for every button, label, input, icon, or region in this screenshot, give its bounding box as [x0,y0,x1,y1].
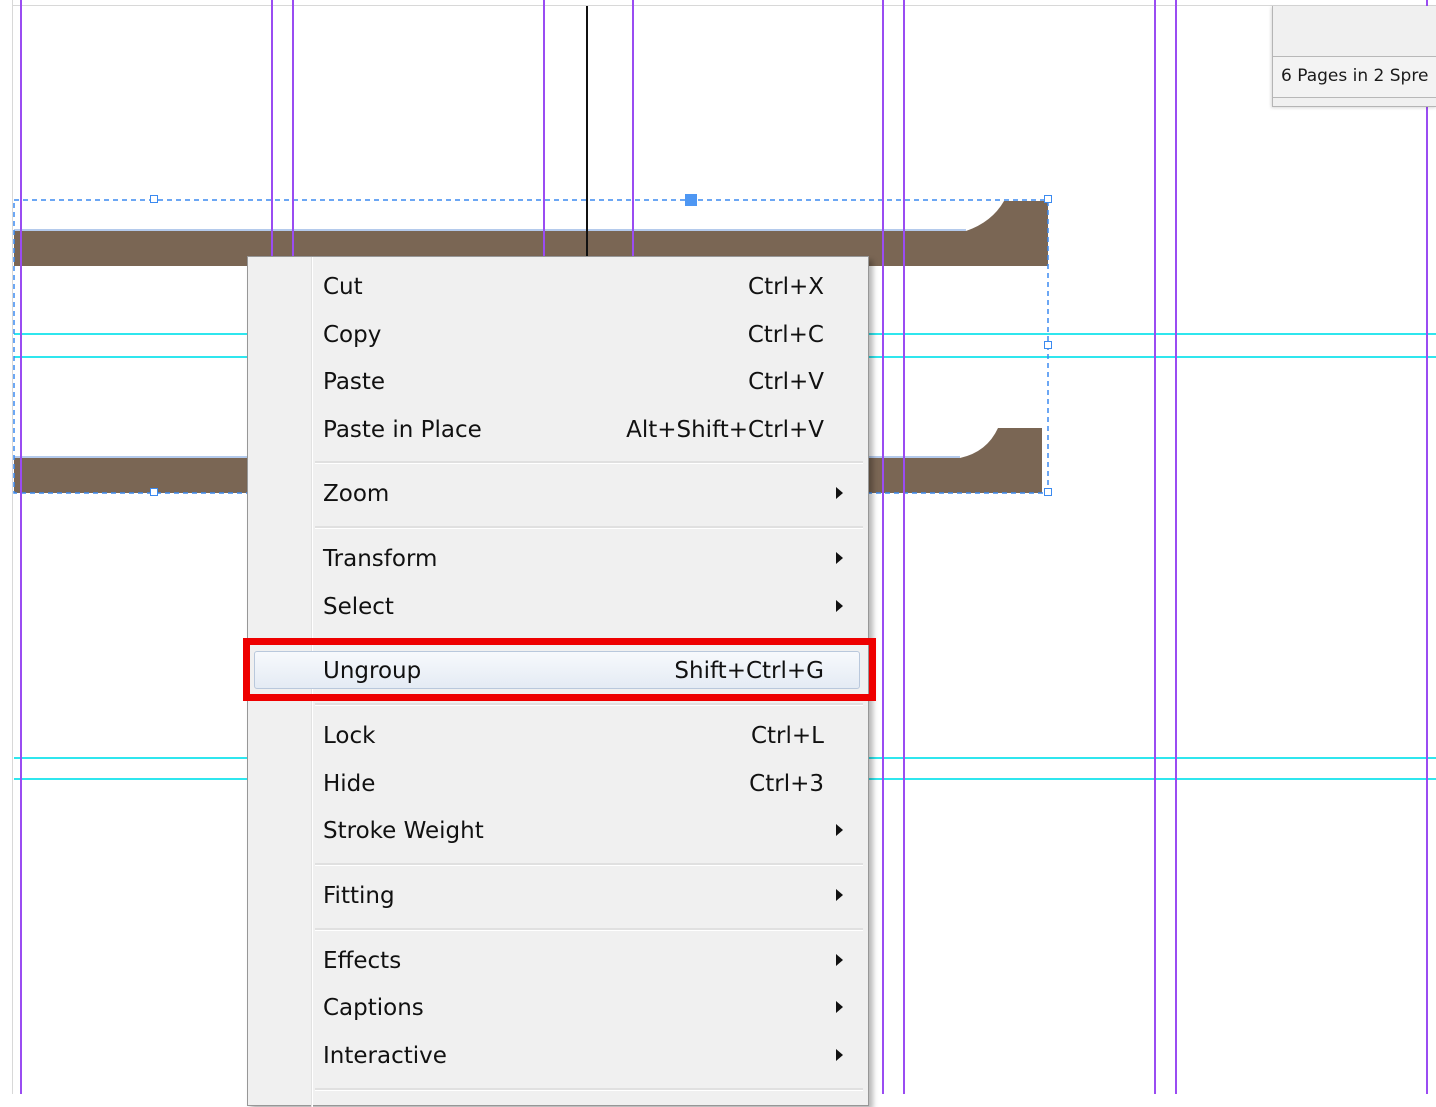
submenu-arrow-icon [836,954,843,966]
menu-item-lock[interactable]: Lock Ctrl+L [248,713,868,757]
selection-handle[interactable] [150,488,158,496]
column-guide[interactable] [1175,0,1177,1094]
menu-separator [315,1088,863,1091]
submenu-arrow-icon [836,552,843,564]
margin-guide[interactable] [1426,0,1428,1094]
menu-item-shortcut: Ctrl+3 [749,771,824,797]
selection-handle[interactable] [150,195,158,203]
column-guide[interactable] [903,0,905,1094]
menu-item-shortcut: Ctrl+L [750,723,824,749]
submenu-arrow-icon [836,600,843,612]
menu-item-hide[interactable]: Hide Ctrl+3 [248,761,868,805]
menu-item-label: Cut [323,274,363,300]
menu-item-label: Paste [323,369,386,395]
menu-item-label: Paste in Place [323,417,482,443]
menu-separator [315,461,863,464]
column-guide[interactable] [882,0,884,1094]
highlight-annotation-box [243,638,876,701]
menu-item-label: Select [323,594,394,620]
menu-item-paste[interactable]: Paste Ctrl+V [248,359,868,403]
submenu-arrow-icon [836,487,843,499]
margin-guide[interactable] [20,0,22,1094]
pages-panel: 6 Pages in 2 Spre [1272,6,1436,107]
menu-item-stroke-weight[interactable]: Stroke Weight [248,808,868,852]
menu-separator [315,863,863,866]
menu-separator [315,928,863,931]
menu-item-label: Transform [323,546,438,572]
selection-handle[interactable] [1044,195,1052,203]
menu-item-label: Fitting [323,883,395,909]
menu-item-captions[interactable]: Captions [248,985,868,1029]
menu-item-shortcut: Ctrl+X [748,274,824,300]
selection-handle[interactable] [1044,488,1052,496]
menu-item-label: Copy [323,322,382,348]
pages-status-bar: 6 Pages in 2 Spre [1273,56,1436,98]
menu-item-select[interactable]: Select [248,584,868,628]
menu-item-fitting[interactable]: Fitting [248,873,868,917]
menu-separator [315,703,863,706]
menu-separator [315,526,863,529]
submenu-arrow-icon [836,1001,843,1013]
selection-center-handle[interactable] [685,194,697,206]
menu-item-label: Captions [323,995,424,1021]
menu-item-label: Effects [323,948,402,974]
pages-count-text: 6 Pages in 2 Spre [1281,66,1429,86]
menu-item-cut[interactable]: Cut Ctrl+X [248,264,868,308]
menu-item-effects[interactable]: Effects [248,938,868,982]
selection-handle[interactable] [1044,341,1052,349]
menu-item-shortcut: Ctrl+V [748,369,824,395]
menu-item-label: Hide [323,771,376,797]
submenu-arrow-icon [836,889,843,901]
menu-item-shortcut: Alt+Shift+Ctrl+V [626,417,824,443]
menu-item-transform[interactable]: Transform [248,536,868,580]
menu-item-interactive[interactable]: Interactive [248,1033,868,1077]
menu-item-shortcut: Ctrl+C [747,322,824,348]
menu-item-label: Stroke Weight [323,818,484,844]
menu-item-zoom[interactable]: Zoom [248,471,868,515]
menu-item-label: Lock [323,723,376,749]
submenu-arrow-icon [836,1049,843,1061]
menu-item-copy[interactable]: Copy Ctrl+C [248,312,868,356]
menu-item-label: Interactive [323,1043,447,1069]
menu-item-label: Zoom [323,481,390,507]
menu-item-paste-in-place[interactable]: Paste in Place Alt+Shift+Ctrl+V [248,407,868,451]
column-guide[interactable] [1154,0,1156,1094]
submenu-arrow-icon [836,824,843,836]
